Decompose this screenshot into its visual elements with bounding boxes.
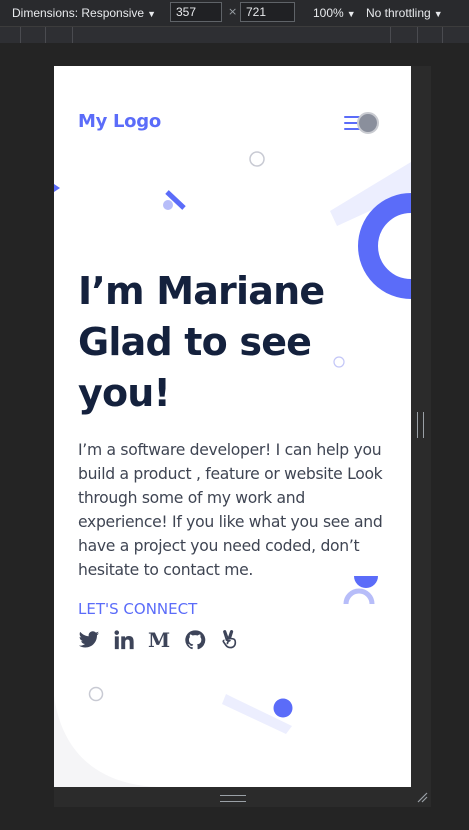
hero-headline: I’m Mariane Glad to see you! <box>78 266 398 419</box>
circle-outline-shape <box>249 151 265 167</box>
zoom-dropdown[interactable]: 100% ▼ <box>313 6 356 20</box>
devtools-device-toolbar: Dimensions: Responsive ▼ 357 × 721 100% ▼ … <box>0 0 469 27</box>
media-query-segment[interactable] <box>418 27 443 43</box>
connect-heading: LET'S CONNECT <box>78 600 198 618</box>
media-query-segment[interactable] <box>391 27 418 43</box>
chevron-down-icon: ▼ <box>346 9 356 19</box>
media-query-segment[interactable] <box>73 27 391 43</box>
github-icon[interactable] <box>184 629 206 651</box>
dimensions-dropdown[interactable]: Dimensions: Responsive ▼ <box>12 6 156 20</box>
dimensions-label: Dimensions: Responsive <box>12 6 145 20</box>
linkedin-icon[interactable] <box>113 629 135 651</box>
throttling-dropdown[interactable]: No throttling ▼ <box>366 6 443 20</box>
triangle-fragment-shape <box>54 184 60 192</box>
small-dot-shape <box>163 200 173 210</box>
media-query-segment[interactable] <box>0 27 21 43</box>
circle-outline-shape <box>88 686 104 702</box>
height-input[interactable]: 721 <box>240 2 295 22</box>
bottom-resize-gutter[interactable] <box>54 787 431 807</box>
throttling-value: No throttling <box>366 6 431 20</box>
headline-line: I’m Mariane <box>78 269 325 313</box>
resize-handle-horizontal[interactable] <box>220 795 246 802</box>
site-logo[interactable]: My Logo <box>78 111 161 132</box>
headline-line: Glad to see <box>78 320 312 364</box>
angellist-icon[interactable] <box>218 629 240 651</box>
dimension-separator: × <box>228 5 238 18</box>
chevron-down-icon: ▼ <box>147 9 156 19</box>
resize-handle-vertical[interactable] <box>417 412 424 438</box>
twitter-icon[interactable] <box>78 629 100 651</box>
device-viewport: My Logo I’m Mariane Glad to see you! I’m… <box>54 66 411 787</box>
medium-icon[interactable]: M <box>148 629 170 651</box>
media-query-segment[interactable] <box>46 27 73 43</box>
corner-resize-icon[interactable] <box>416 791 428 803</box>
zoom-value: 100% <box>313 6 344 20</box>
blue-dot-shape <box>273 698 293 718</box>
corner-blob-shape <box>54 696 164 787</box>
background-decorations <box>54 151 411 787</box>
touch-cursor-indicator <box>357 112 379 134</box>
chevron-down-icon: ▼ <box>433 9 443 19</box>
arc-shape <box>343 588 375 605</box>
width-input[interactable]: 357 <box>170 2 222 22</box>
media-query-segment[interactable] <box>21 27 46 43</box>
intro-paragraph: I’m a software developer! I can help you… <box>78 441 383 579</box>
headline-line: you! <box>78 371 171 415</box>
right-resize-gutter[interactable] <box>411 66 431 787</box>
media-query-bar <box>0 27 469 43</box>
